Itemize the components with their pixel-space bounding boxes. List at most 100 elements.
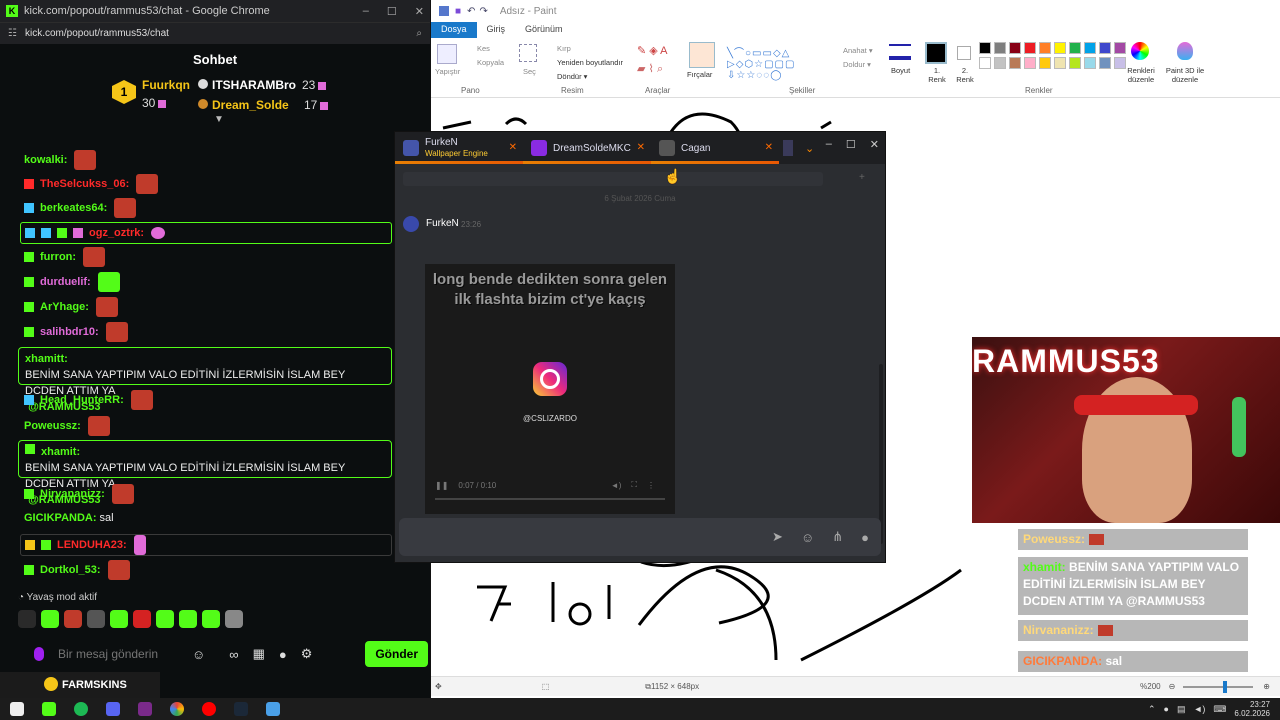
leaderboard-name-2[interactable]: ITSHARAMBro xyxy=(198,78,296,92)
size-button[interactable]: Boyut xyxy=(891,66,910,75)
spotify-icon[interactable] xyxy=(74,702,88,716)
color-palette[interactable] xyxy=(979,42,1126,69)
edit-colors-button[interactable]: Renkleri düzenle xyxy=(1125,66,1157,84)
close-tab-icon[interactable]: ✕ xyxy=(509,142,517,153)
fill-button[interactable]: Doldur ▾ xyxy=(843,60,871,69)
gift-box-icon[interactable]: ▦ xyxy=(253,646,265,662)
video-progress-bar[interactable] xyxy=(435,498,665,500)
expand-leaderboard-icon[interactable]: ▼ xyxy=(214,114,224,125)
close-icon[interactable]: ✕ xyxy=(415,5,424,18)
add-member-icon[interactable]: + xyxy=(859,172,865,183)
leaderboard-name-1[interactable]: Fuurkqn xyxy=(142,78,190,92)
chat-username[interactable]: kowalki: xyxy=(24,154,67,166)
youtube-icon[interactable] xyxy=(202,702,216,716)
palette-swatch[interactable] xyxy=(994,57,1006,69)
mic-icon[interactable]: ● xyxy=(1164,704,1169,714)
maximize-icon[interactable]: ☐ xyxy=(387,5,397,18)
close-tab-icon[interactable]: ✕ xyxy=(637,142,645,153)
palette-swatch[interactable] xyxy=(1099,42,1111,54)
tab-giris[interactable]: Giriş xyxy=(477,22,516,38)
palette-swatch[interactable] xyxy=(1054,42,1066,54)
save-icon[interactable]: ■ xyxy=(455,6,461,17)
chat-bubble-icon[interactable]: ● xyxy=(279,647,287,662)
tab-furken[interactable]: FurkeN Wallpaper Engine ✕ xyxy=(395,132,523,164)
emote-button[interactable] xyxy=(87,610,105,628)
emote-button[interactable] xyxy=(225,610,243,628)
palette-swatch[interactable] xyxy=(1069,57,1081,69)
brushes-button[interactable]: Fırçalar xyxy=(687,70,712,79)
send-arrow-icon[interactable]: ➤ xyxy=(772,529,783,545)
minimize-icon[interactable]: – xyxy=(826,138,832,151)
copy-button[interactable]: Kopyala xyxy=(477,58,504,67)
chat-username[interactable]: Nirvananizz: xyxy=(40,488,105,500)
chat-username[interactable]: salihbdr10: xyxy=(40,326,99,338)
emoji-icon[interactable]: ☺ xyxy=(192,647,205,662)
emote-button[interactable] xyxy=(156,610,174,628)
farmskins-banner[interactable]: FARMSKINS xyxy=(0,672,160,698)
palette-swatch[interactable] xyxy=(1084,42,1096,54)
chat-username[interactable]: durduelif: xyxy=(40,276,91,288)
chat-username[interactable]: TheSelcukss_06: xyxy=(40,178,129,190)
zoom-icon[interactable]: ⌕ xyxy=(416,28,422,39)
palette-swatch[interactable] xyxy=(979,42,991,54)
resize-button[interactable]: Yeniden boyutlandır xyxy=(557,58,623,67)
mic-icon[interactable]: ● xyxy=(861,530,869,545)
windows-start-icon[interactable] xyxy=(10,702,24,716)
outline-button[interactable]: Anahat ▾ xyxy=(843,46,873,55)
palette-swatch[interactable] xyxy=(1009,42,1021,54)
color1-button[interactable]: 1. Renk xyxy=(925,66,949,84)
link-icon[interactable]: ∞ xyxy=(229,647,238,662)
palette-swatch[interactable] xyxy=(994,42,1006,54)
fullscreen-icon[interactable]: ⛶ xyxy=(631,480,637,490)
redo-icon[interactable]: ↷ xyxy=(479,6,487,17)
emote-button[interactable] xyxy=(110,610,128,628)
chat-username[interactable]: GICIKPANDA: xyxy=(24,512,97,524)
chat-username[interactable]: Head_HunteRR: xyxy=(40,394,124,406)
brush-icon[interactable] xyxy=(689,42,715,68)
app-icon[interactable] xyxy=(138,702,152,716)
chat-username[interactable]: ArYhage: xyxy=(40,301,89,313)
tab-dreamsoldemkc[interactable]: DreamSoldeMKC ✕ xyxy=(523,132,651,164)
emote-button[interactable] xyxy=(202,610,220,628)
close-tab-icon[interactable]: ✕ xyxy=(765,142,773,153)
zoom-slider[interactable] xyxy=(1183,680,1254,693)
emote-button[interactable] xyxy=(18,610,36,628)
more-options-icon[interactable]: ⋮ xyxy=(647,481,655,490)
avatar[interactable] xyxy=(403,216,419,232)
mic-icon[interactable] xyxy=(34,647,44,661)
select-button[interactable]: Seç xyxy=(523,67,536,76)
chat-username[interactable]: Poweussz: xyxy=(24,420,81,432)
tab-cagan[interactable]: Cagan ✕ xyxy=(651,132,779,164)
palette-swatch[interactable] xyxy=(1024,42,1036,54)
avatar[interactable] xyxy=(783,140,793,156)
color1-swatch[interactable] xyxy=(925,42,947,64)
leaderboard-name-3[interactable]: Dream_Solde xyxy=(198,98,289,112)
chat-username[interactable]: xhamit: xyxy=(41,444,80,460)
chat-username[interactable]: Dortkol_53: xyxy=(40,564,101,576)
palette-swatch[interactable] xyxy=(1039,57,1051,69)
palette-swatch[interactable] xyxy=(1024,57,1036,69)
attach-icon[interactable]: ⋔ xyxy=(832,529,843,545)
language-icon[interactable]: ⌨ xyxy=(1213,704,1226,715)
address-bar[interactable]: ☷ kick.com/popout/rammus53/chat ⌕ xyxy=(0,22,430,44)
chat-username[interactable]: berkeates64: xyxy=(40,202,107,214)
message-composer[interactable]: ➤ ☺ ⋔ ● xyxy=(399,518,881,556)
steam-icon[interactable] xyxy=(234,702,248,716)
send-button[interactable]: Gönder xyxy=(365,641,428,667)
more-tabs-chevron-icon[interactable]: ⌄ xyxy=(805,142,814,155)
color2-swatch[interactable] xyxy=(957,46,971,60)
taskbar-clock[interactable]: 23:27 6.02.2026 xyxy=(1234,700,1270,718)
discord-icon[interactable] xyxy=(106,702,120,716)
palette-swatch[interactable] xyxy=(1099,57,1111,69)
crop-button[interactable]: Kırp xyxy=(557,44,571,53)
cut-button[interactable]: Kes xyxy=(477,44,490,53)
play-icon[interactable]: ❚❚ xyxy=(435,481,448,490)
emote-button[interactable] xyxy=(179,610,197,628)
chat-message-input[interactable] xyxy=(58,647,178,661)
zoom-slider-thumb[interactable] xyxy=(1223,680,1228,693)
eraser-icon[interactable]: ▰ ⌇ ⌕ xyxy=(637,62,663,76)
paste-button[interactable]: Yapıştır xyxy=(435,67,460,76)
chat-username[interactable]: LENDUHA23: xyxy=(57,539,127,551)
palette-swatch[interactable] xyxy=(1069,42,1081,54)
kick-app-icon[interactable] xyxy=(42,702,56,716)
